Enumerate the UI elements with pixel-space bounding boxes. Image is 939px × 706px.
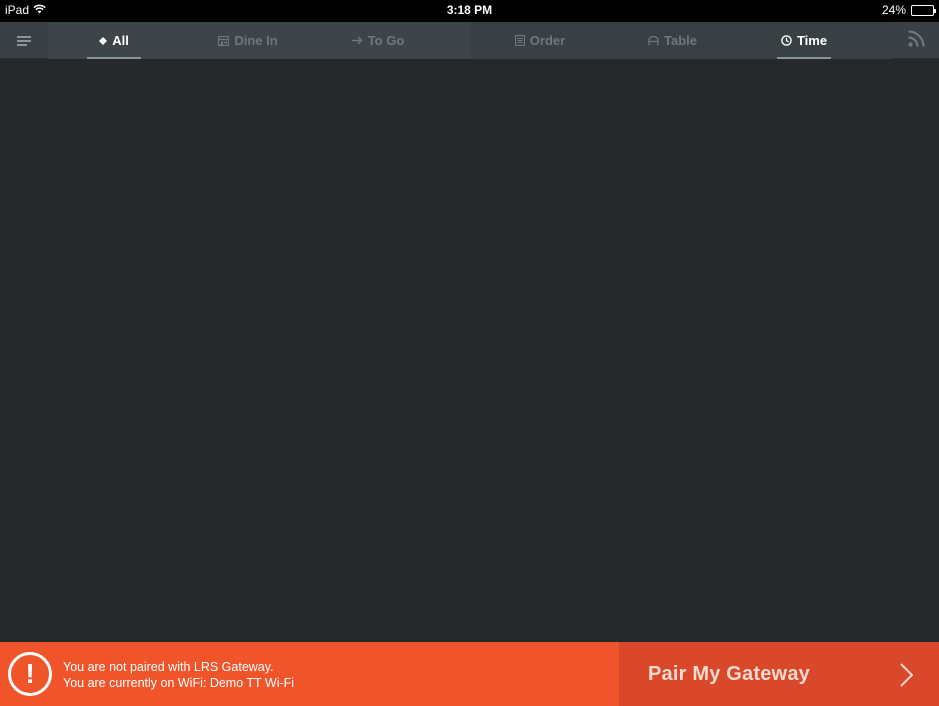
tab-table-label: Table bbox=[664, 33, 697, 48]
diamond-icon bbox=[99, 36, 108, 45]
status-time: 3:18 PM bbox=[446, 3, 493, 17]
tab-table[interactable]: Table bbox=[630, 22, 715, 59]
battery-icon bbox=[911, 4, 936, 16]
status-bar: iPad 3:18 PM 24% bbox=[0, 0, 939, 22]
tab-dine-in-label: Dine In bbox=[234, 33, 278, 48]
pair-gateway-button[interactable]: Pair My Gateway bbox=[619, 642, 939, 706]
tab-time[interactable]: Time bbox=[762, 22, 846, 59]
exclamation-circle-icon: ! bbox=[8, 652, 52, 696]
hamburger-menu-icon bbox=[17, 35, 31, 46]
banner-message: You are not paired with LRS Gateway. You… bbox=[63, 659, 294, 691]
rss-feed-icon bbox=[907, 29, 925, 52]
tab-all[interactable]: All bbox=[74, 22, 154, 59]
arrow-right-icon bbox=[351, 36, 363, 45]
sort-tab-group: Order Table Time bbox=[470, 22, 893, 59]
orders-content-area bbox=[0, 59, 939, 642]
tab-time-label: Time bbox=[796, 33, 828, 48]
pair-gateway-button-label: Pair My Gateway bbox=[648, 663, 810, 685]
banner-line-2: You are currently on WiFi: Demo TT Wi-Fi bbox=[63, 676, 295, 690]
filter-tab-group: All Dine In To Go bbox=[48, 22, 470, 59]
tab-dine-in[interactable]: Dine In bbox=[198, 22, 298, 59]
battery-percent: 24% bbox=[881, 3, 906, 17]
alert-symbol: ! bbox=[25, 658, 35, 689]
receipt-icon bbox=[514, 35, 525, 46]
tab-to-go[interactable]: To Go bbox=[333, 22, 423, 59]
tab-order-label: Order bbox=[529, 33, 566, 48]
gateway-pairing-banner: ! You are not paired with LRS Gateway. Y… bbox=[0, 642, 939, 706]
tab-order[interactable]: Order bbox=[500, 22, 580, 59]
clock-icon bbox=[781, 35, 792, 46]
table-icon bbox=[648, 35, 659, 46]
storefront-icon bbox=[218, 35, 230, 46]
chevron-right-icon bbox=[899, 663, 914, 692]
banner-line-1: You are not paired with LRS Gateway. bbox=[63, 660, 274, 674]
tab-all-label: All bbox=[112, 33, 129, 48]
menu-button[interactable] bbox=[0, 22, 48, 59]
top-nav-bar: All Dine In To Go Order Table Time bbox=[0, 22, 939, 59]
feed-button[interactable] bbox=[893, 22, 939, 59]
tab-to-go-label: To Go bbox=[367, 33, 405, 48]
